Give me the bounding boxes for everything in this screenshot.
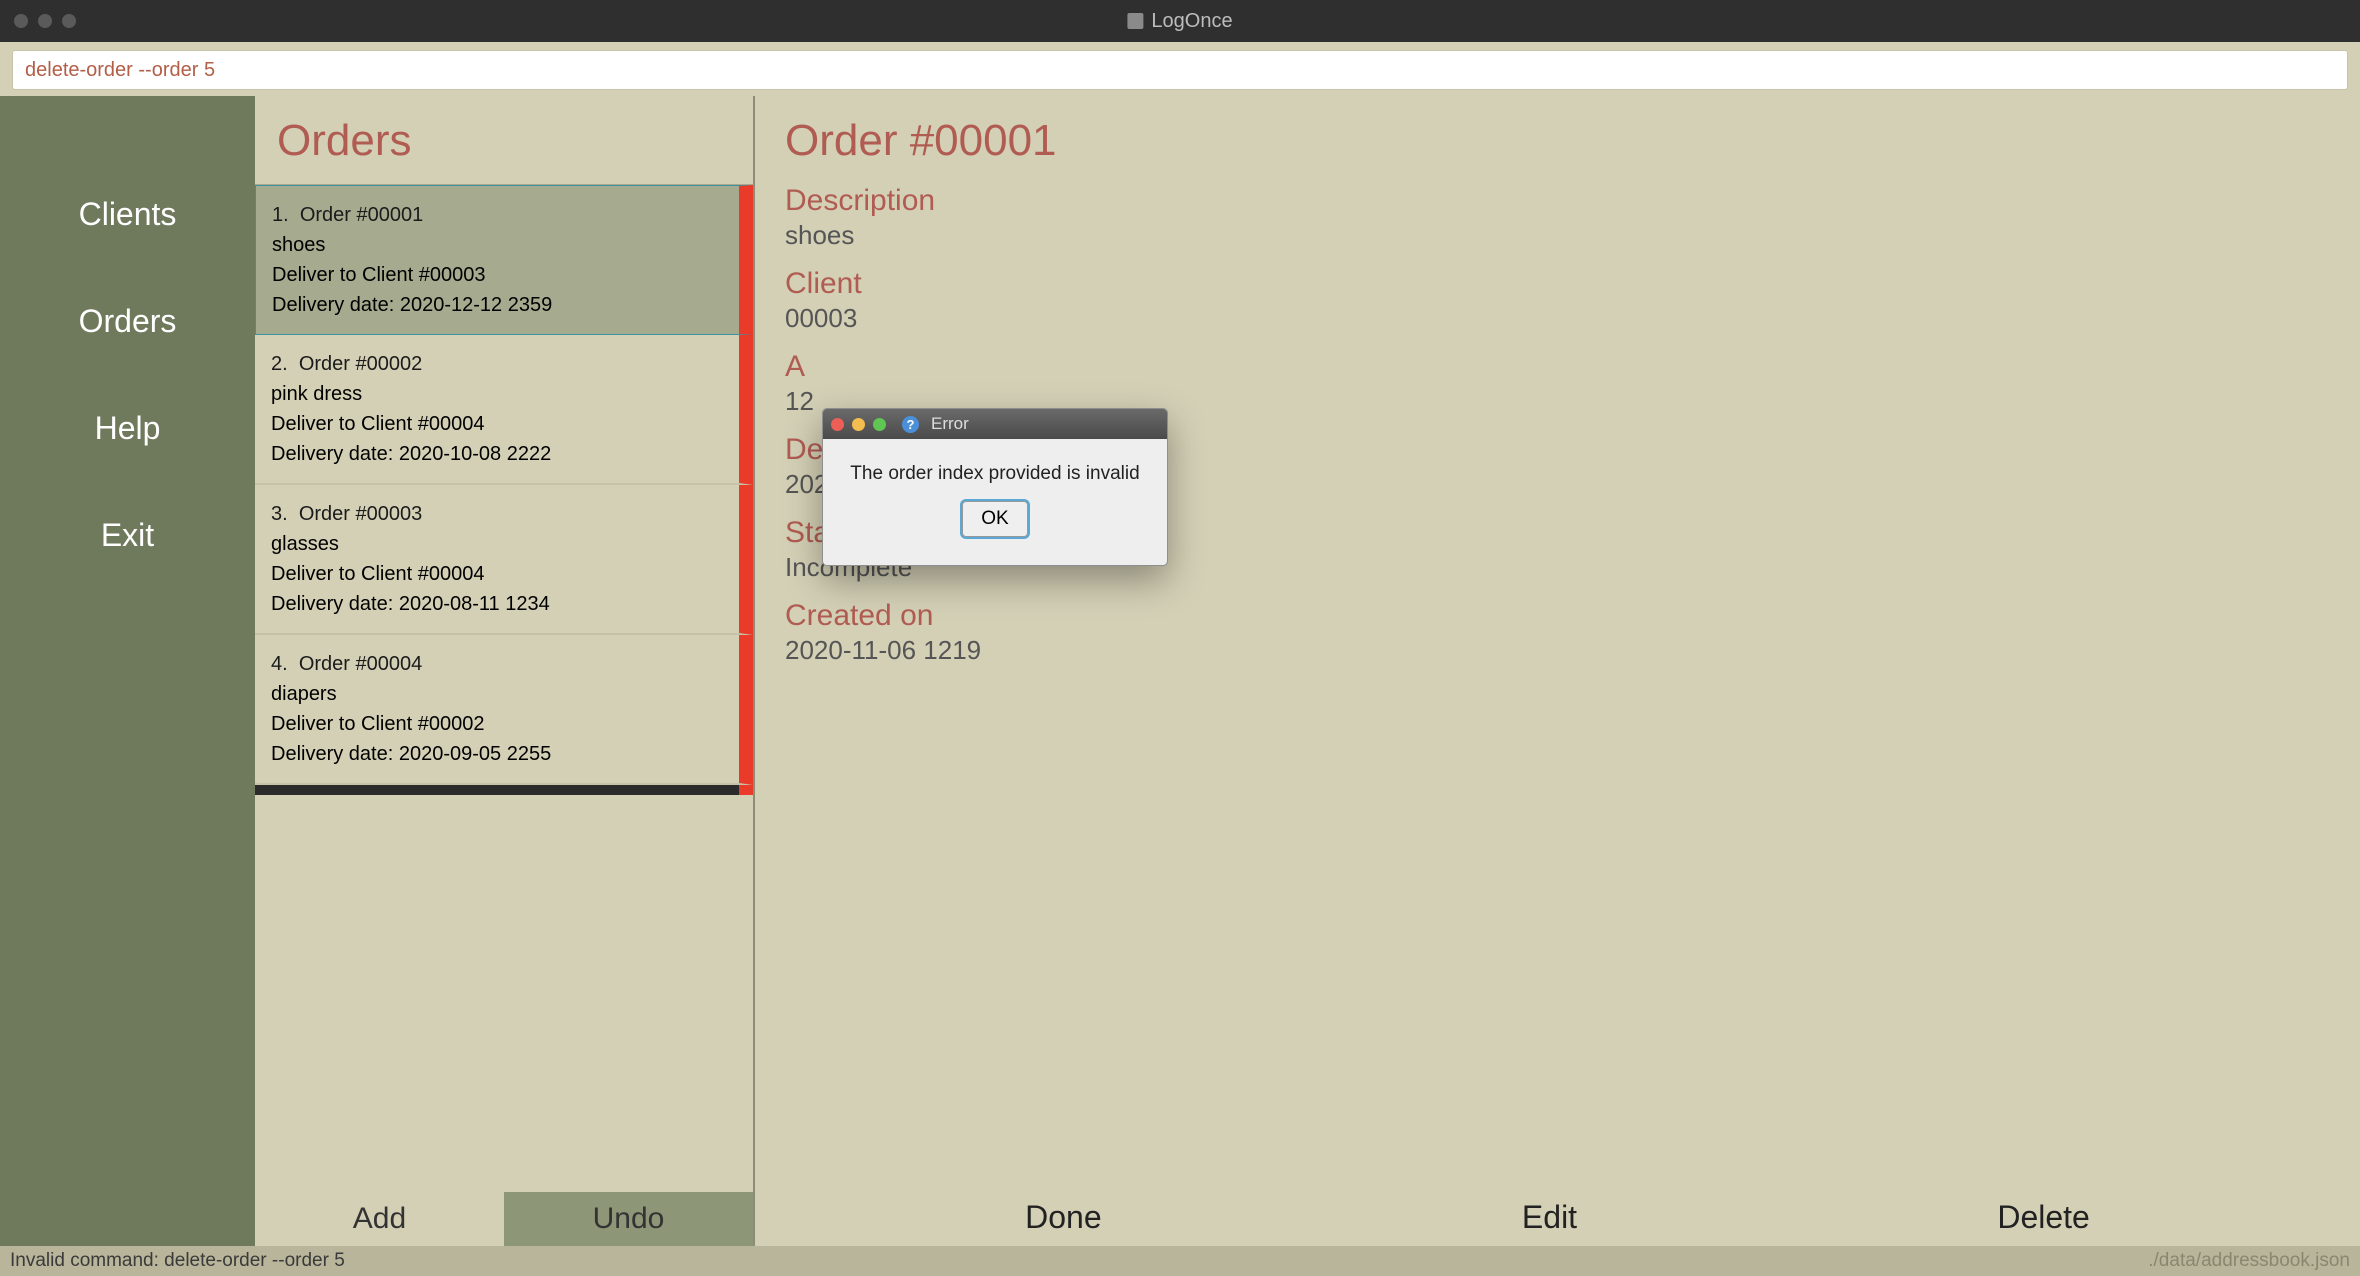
dialog-titlebar: ? Error xyxy=(823,409,1167,439)
sidebar-item-help[interactable]: Help xyxy=(0,410,255,447)
order-row-title: Order #00004 xyxy=(299,653,422,675)
description-value: shoes xyxy=(785,220,2330,251)
orders-scrollbar[interactable] xyxy=(255,785,753,795)
order-row-desc: pink dress xyxy=(271,379,723,409)
order-row-deliver: Deliver to Client #00002 xyxy=(271,709,723,739)
add-button[interactable]: Add xyxy=(255,1192,504,1246)
client-label: Client xyxy=(785,267,2330,301)
order-row-date: Delivery date: 2020-12-12 2359 xyxy=(272,290,723,320)
dialog-minimize-icon[interactable] xyxy=(852,418,865,431)
order-row-num: 3. xyxy=(271,503,288,525)
status-bar: Invalid command: delete-order --order 5 … xyxy=(0,1246,2360,1276)
orders-panel: Orders 1. Order #00001 shoes Deliver to … xyxy=(255,96,755,1246)
window-title: LogOnce xyxy=(1127,10,1232,33)
order-row-date: Delivery date: 2020-08-11 1234 xyxy=(271,589,723,619)
dialog-body: The order index provided is invalid OK xyxy=(823,439,1167,565)
order-row[interactable]: 3. Order #00003 glasses Deliver to Clien… xyxy=(255,485,753,635)
detail-panel: Order #00001 Description shoes Client 00… xyxy=(755,96,2360,1246)
window-titlebar: LogOnce xyxy=(0,0,2360,42)
ok-button[interactable]: OK xyxy=(962,501,1027,537)
maximize-window-icon[interactable] xyxy=(62,14,76,28)
order-row-date: Delivery date: 2020-10-08 2222 xyxy=(271,439,723,469)
order-row-title: Order #00003 xyxy=(299,503,422,525)
address-label: A xyxy=(785,350,2330,384)
detail-actions: Done Edit Delete xyxy=(785,1189,2330,1236)
dialog-close-icon[interactable] xyxy=(831,418,844,431)
order-row-num: 4. xyxy=(271,653,288,675)
order-row-desc: shoes xyxy=(272,230,723,260)
client-value: 00003 xyxy=(785,303,2330,334)
edit-button[interactable]: Edit xyxy=(1522,1199,1577,1236)
order-row[interactable]: 2. Order #00002 pink dress Deliver to Cl… xyxy=(255,335,753,485)
dialog-title: Error xyxy=(931,414,969,434)
order-row[interactable]: 4. Order #00004 diapers Deliver to Clien… xyxy=(255,635,753,785)
order-row-num: 1. xyxy=(272,204,289,226)
error-dialog: ? Error The order index provided is inva… xyxy=(822,408,1168,566)
command-bar-container xyxy=(0,42,2360,96)
order-row-deliver: Deliver to Client #00003 xyxy=(272,260,723,290)
sidebar-item-orders[interactable]: Orders xyxy=(0,303,255,340)
orders-header: Orders xyxy=(255,96,753,184)
question-icon: ? xyxy=(902,416,919,433)
detail-title: Order #00001 xyxy=(785,116,2330,166)
order-row-desc: glasses xyxy=(271,529,723,559)
sidebar-item-exit[interactable]: Exit xyxy=(0,517,255,554)
status-file-path: ./data/addressbook.json xyxy=(2148,1250,2350,1272)
dialog-message: The order index provided is invalid xyxy=(850,463,1139,485)
main-area: Clients Orders Help Exit Orders 1. Order… xyxy=(0,96,2360,1246)
order-row-date: Delivery date: 2020-09-05 2255 xyxy=(271,739,723,769)
app-icon xyxy=(1127,13,1143,29)
done-button[interactable]: Done xyxy=(1025,1199,1102,1236)
description-label: Description xyxy=(785,184,2330,218)
created-on-label: Created on xyxy=(785,599,2330,633)
orders-list: 1. Order #00001 shoes Deliver to Client … xyxy=(255,184,753,1192)
command-input[interactable] xyxy=(12,50,2348,90)
order-row-title: Order #00002 xyxy=(299,353,422,375)
undo-button[interactable]: Undo xyxy=(504,1192,753,1246)
close-window-icon[interactable] xyxy=(14,14,28,28)
traffic-lights xyxy=(14,14,76,28)
order-row-deliver: Deliver to Client #00004 xyxy=(271,409,723,439)
dialog-maximize-icon[interactable] xyxy=(873,418,886,431)
order-row-num: 2. xyxy=(271,353,288,375)
status-message: Invalid command: delete-order --order 5 xyxy=(10,1250,345,1272)
orders-list-actions: Add Undo xyxy=(255,1192,753,1246)
sidebar-item-clients[interactable]: Clients xyxy=(0,196,255,233)
order-row[interactable]: 1. Order #00001 shoes Deliver to Client … xyxy=(255,185,753,335)
order-row-deliver: Deliver to Client #00004 xyxy=(271,559,723,589)
order-row-desc: diapers xyxy=(271,679,723,709)
minimize-window-icon[interactable] xyxy=(38,14,52,28)
sidebar: Clients Orders Help Exit xyxy=(0,96,255,1246)
order-row-title: Order #00001 xyxy=(300,204,423,226)
delete-button[interactable]: Delete xyxy=(1997,1199,2090,1236)
created-on-value: 2020-11-06 1219 xyxy=(785,635,2330,666)
window-title-text: LogOnce xyxy=(1151,10,1232,33)
